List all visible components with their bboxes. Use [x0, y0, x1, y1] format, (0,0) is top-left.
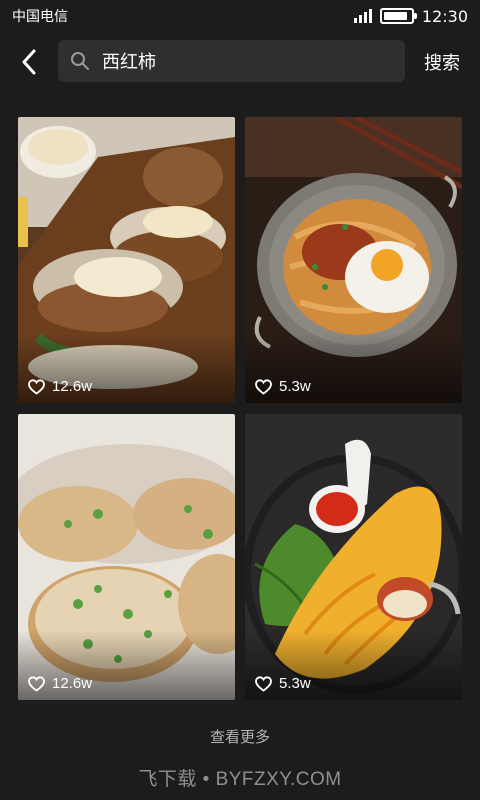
- like-count: 12.6w: [28, 675, 92, 692]
- carrier-label: 中国电信: [12, 9, 68, 25]
- search-header: 搜索: [0, 32, 480, 92]
- status-bar: 中国电信 12:30: [0, 0, 480, 32]
- heart-icon: [28, 378, 45, 395]
- battery-icon: [379, 8, 417, 24]
- status-indicators: 12:30: [353, 6, 468, 26]
- like-count: 5.3w: [255, 675, 311, 692]
- heart-icon: [255, 378, 272, 395]
- back-button[interactable]: [0, 32, 58, 92]
- view-more-link[interactable]: 查看更多: [0, 726, 480, 747]
- like-count: 12.6w: [28, 378, 92, 395]
- result-card[interactable]: 5.3w: [245, 117, 462, 403]
- watermark: 飞下载 • BYFZXY.COM: [138, 769, 342, 790]
- heart-icon: [255, 675, 272, 692]
- like-count: 5.3w: [255, 378, 311, 395]
- result-card[interactable]: 12.6w: [18, 414, 235, 700]
- search-input[interactable]: [102, 50, 372, 72]
- status-time: 12:30: [421, 6, 468, 26]
- back-arrow-icon: [22, 49, 36, 75]
- search-box[interactable]: [58, 40, 405, 82]
- signal-icon: [353, 9, 372, 23]
- result-card[interactable]: 12.6w: [18, 117, 235, 403]
- search-button[interactable]: 搜索: [424, 32, 460, 92]
- result-card[interactable]: 5.3w: [245, 414, 462, 700]
- search-icon: [71, 52, 89, 70]
- heart-icon: [28, 675, 45, 692]
